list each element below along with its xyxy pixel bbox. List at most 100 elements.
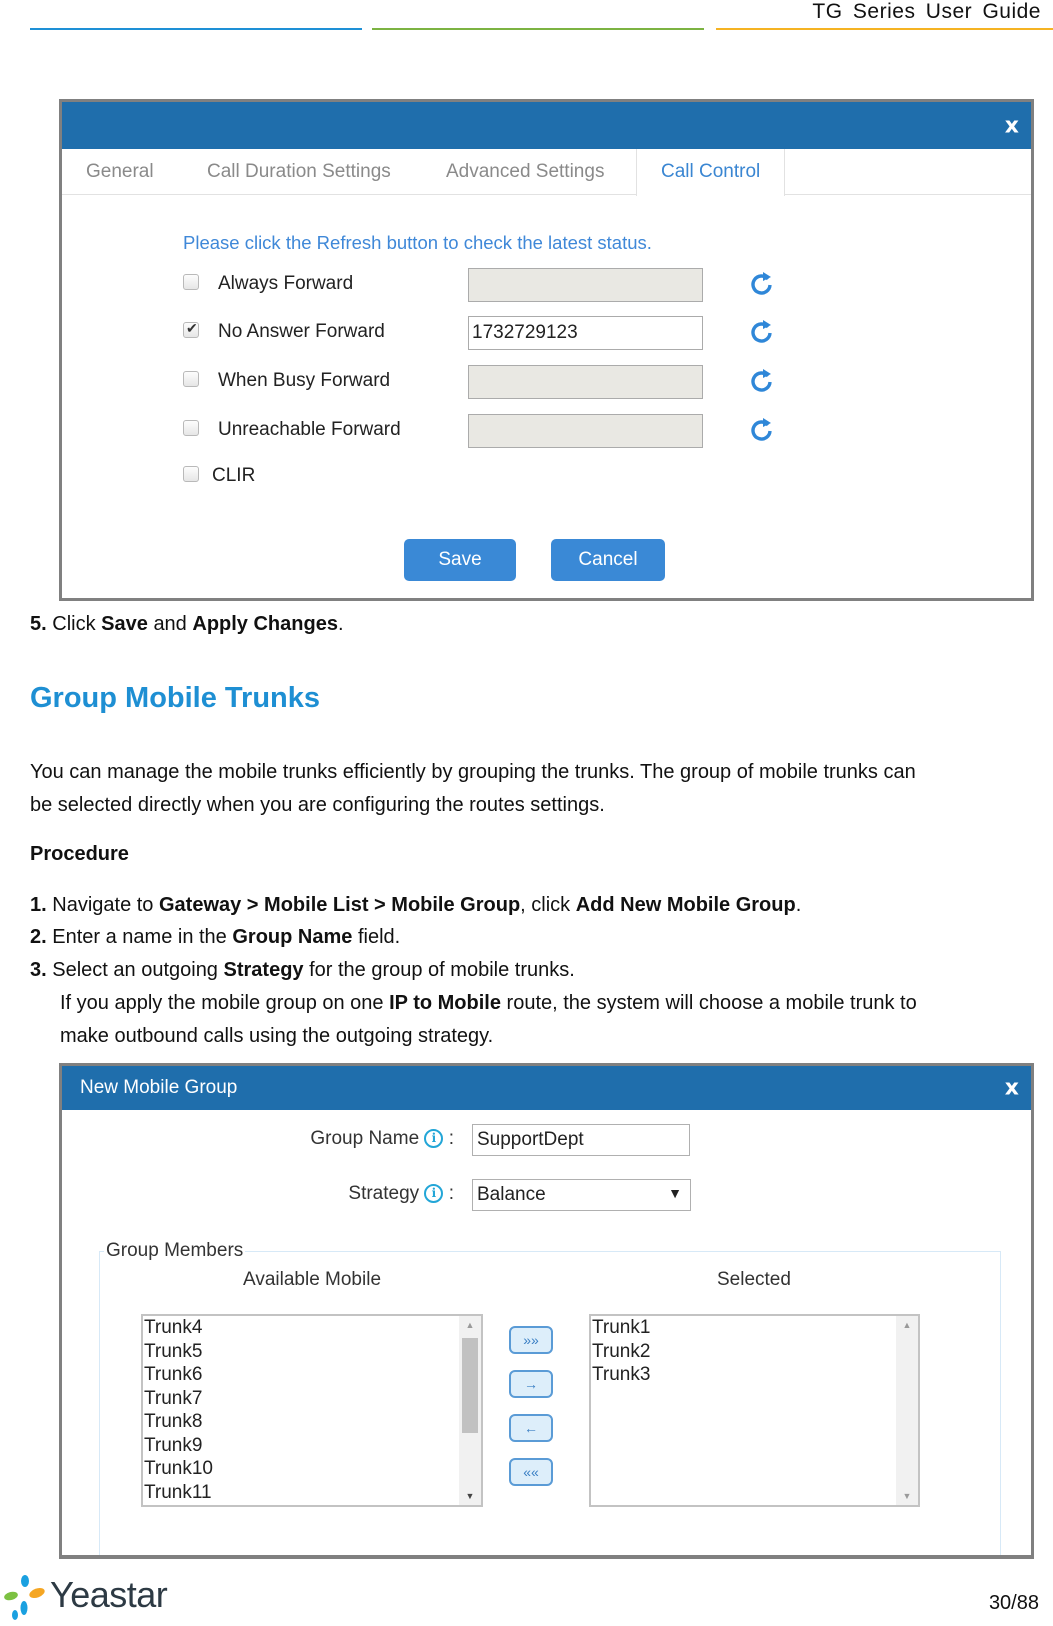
add-button[interactable]: →	[509, 1370, 553, 1398]
unreachable-forward-input[interactable]	[468, 414, 703, 448]
when-busy-forward-checkbox[interactable]	[183, 371, 199, 387]
scrollbar[interactable]: ▲ ▼	[459, 1316, 481, 1505]
step-text: field.	[352, 926, 401, 948]
list-item[interactable]: Trunk10	[143, 1457, 481, 1481]
logo-wordmark: Yeastar	[50, 1574, 168, 1615]
note-bold: IP to Mobile	[389, 992, 501, 1014]
when-busy-forward-input[interactable]	[468, 365, 703, 399]
step-number: 2.	[30, 926, 47, 948]
list-item[interactable]: Trunk3	[591, 1363, 918, 1387]
refresh-icon[interactable]	[748, 416, 774, 444]
no-answer-forward-input[interactable]	[468, 316, 703, 350]
yeastar-logo-icon	[4, 1575, 45, 1620]
group-name-label: Group Name i :	[222, 1128, 454, 1150]
always-forward-label: Always Forward	[218, 273, 354, 294]
scroll-down-icon[interactable]: ▼	[459, 1491, 481, 1501]
remove-button[interactable]: ←	[509, 1414, 553, 1442]
step-text: and	[153, 613, 187, 635]
strategy-label: Strategy i :	[222, 1183, 454, 1205]
save-button[interactable]: Save	[404, 539, 516, 581]
step-text: for the group of mobile trunks.	[303, 959, 575, 981]
refresh-notice: Please click the Refresh button to check…	[183, 232, 652, 253]
refresh-icon[interactable]	[748, 318, 774, 346]
cancel-button[interactable]: Cancel	[551, 539, 665, 581]
step-bold: Gateway > Mobile List > Mobile Group	[158, 894, 521, 916]
tab-advanced-settings[interactable]: Advanced Settings	[446, 149, 604, 195]
header-rule-orange	[716, 28, 1053, 30]
list-item[interactable]: Trunk1	[591, 1316, 918, 1340]
dialog-title: New Mobile Group	[80, 1077, 238, 1098]
no-answer-forward-row: ✔ No Answer Forward	[183, 316, 823, 350]
info-icon[interactable]: i	[424, 1129, 444, 1149]
list-item[interactable]: Trunk8	[143, 1410, 481, 1434]
step-text: Click	[52, 613, 96, 635]
no-answer-forward-checkbox[interactable]: ✔	[183, 320, 199, 338]
list-item[interactable]: Trunk5	[143, 1340, 481, 1364]
label-text: Group Name	[310, 1128, 420, 1149]
step-number: 1.	[30, 894, 47, 916]
unreachable-forward-row: Unreachable Forward	[183, 414, 823, 448]
list-item[interactable]: Trunk4	[143, 1316, 481, 1340]
procedure-step: 2. Enter a name in the Group Name field.	[30, 921, 400, 953]
info-icon[interactable]: i	[424, 1184, 444, 1204]
step-bold: Add New Mobile Group	[575, 894, 796, 916]
note-line-2: make outbound calls using the outgoing s…	[60, 1025, 494, 1047]
new-mobile-group-dialog: New Mobile Group x Group Name i : Suppor…	[59, 1063, 1034, 1559]
selected-list[interactable]: Trunk1 Trunk2 Trunk3 ▲ ▼	[589, 1314, 920, 1507]
close-icon[interactable]: x	[1005, 113, 1019, 138]
scrollbar-thumb[interactable]	[462, 1338, 478, 1433]
scrollbar[interactable]: ▲ ▼	[896, 1316, 918, 1505]
unreachable-forward-checkbox[interactable]	[183, 420, 199, 436]
clir-label: CLIR	[212, 465, 256, 486]
clir-row: CLIR	[183, 460, 823, 494]
step-bold-save: Save	[101, 613, 148, 635]
dialog-titlebar: New Mobile Group x	[62, 1066, 1031, 1110]
always-forward-checkbox[interactable]	[183, 274, 199, 290]
label-text: Strategy	[348, 1183, 420, 1204]
step-text: Navigate to	[52, 894, 159, 916]
tab-call-control[interactable]: Call Control	[636, 149, 786, 196]
list-item[interactable]: Trunk11	[143, 1481, 481, 1505]
group-name-input[interactable]: SupportDept	[472, 1124, 690, 1156]
intro-line-1: You can manage the mobile trunks efficie…	[30, 761, 916, 783]
group-members-legend: Group Members	[104, 1240, 246, 1262]
strategy-selected-value: Balance	[477, 1184, 546, 1205]
step-text: .	[795, 894, 802, 916]
when-busy-forward-row: When Busy Forward	[183, 365, 823, 399]
scroll-down-icon[interactable]: ▼	[896, 1491, 918, 1501]
colon: :	[448, 1128, 454, 1149]
document-title: TG Series User Guide	[812, 0, 1041, 23]
list-item[interactable]: Trunk6	[143, 1363, 481, 1387]
available-mobile-list[interactable]: Trunk4 Trunk5 Trunk6 Trunk7 Trunk8 Trunk9 Trun…	[141, 1314, 483, 1507]
list-item[interactable]: Trunk7	[143, 1387, 481, 1411]
close-icon[interactable]: x	[1005, 1076, 1019, 1101]
unreachable-forward-label: Unreachable Forward	[218, 419, 401, 440]
yeastar-logo: Yeastar	[2, 1574, 172, 1622]
no-answer-forward-label: No Answer Forward	[218, 321, 385, 342]
step-bold: Strategy	[223, 959, 304, 981]
step-text: Enter a name in the	[52, 926, 233, 948]
add-all-button[interactable]: »»	[509, 1326, 553, 1354]
step-5: 5. Click Save and Apply Changes.	[30, 608, 344, 640]
strategy-select[interactable]: Balance ▼	[472, 1179, 691, 1211]
always-forward-input[interactable]	[468, 268, 703, 302]
section-heading: Group Mobile Trunks	[30, 682, 321, 714]
page-number: 30/88	[988, 1592, 1039, 1614]
refresh-icon[interactable]	[748, 367, 774, 395]
intro-line-2: be selected directly when you are config…	[30, 794, 605, 816]
procedure-heading: Procedure	[30, 843, 129, 865]
tab-call-duration-settings[interactable]: Call Duration Settings	[207, 149, 391, 195]
scroll-up-icon[interactable]: ▲	[896, 1320, 918, 1330]
procedure-step: 1. Navigate to Gateway > Mobile List > M…	[30, 889, 801, 921]
scroll-up-icon[interactable]: ▲	[459, 1320, 481, 1330]
checkmark-icon: ✔	[186, 320, 198, 336]
list-item[interactable]: Trunk2	[591, 1340, 918, 1364]
clir-checkbox[interactable]	[183, 466, 199, 482]
step-text: Select an outgoing	[52, 959, 224, 981]
tab-general[interactable]: General	[86, 149, 154, 195]
list-item[interactable]: Trunk9	[143, 1434, 481, 1458]
step-bold: Group Name	[232, 926, 353, 948]
note-line-1: If you apply the mobile group on one IP …	[60, 987, 917, 1019]
remove-all-button[interactable]: ««	[509, 1458, 553, 1486]
refresh-icon[interactable]	[748, 270, 774, 298]
